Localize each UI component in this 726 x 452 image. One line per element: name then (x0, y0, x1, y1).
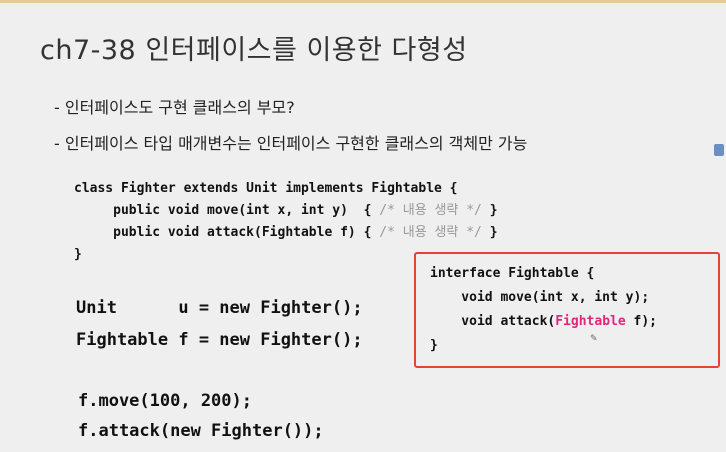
interface-code-line: interface Fightable { (430, 266, 595, 281)
interface-code-block: interface Fightable { void move(int x, i… (430, 262, 657, 358)
declaration-line: Fightable f = new Fighter(); (76, 330, 363, 350)
code-text: public void attack(Fightable f) { (74, 225, 380, 240)
top-accent-line (0, 0, 726, 3)
call-code-block: f.move(100, 200); f.attack(new Fighter())… (78, 386, 324, 446)
code-text: void attack( (430, 314, 556, 329)
interface-code-line: void attack(Fightable f); (430, 310, 657, 334)
slide-title: ch7-38 인터페이스를 이용한 다형성 (40, 35, 468, 66)
class-code-line: public void move(int x, int y) { /* 내용 생… (74, 200, 498, 222)
class-code-line: class Fighter extends Unit implements Fi… (74, 181, 458, 196)
code-comment: /* 내용 생략 */ (379, 203, 482, 218)
code-text: } (481, 225, 498, 240)
pen-cursor-icon: ✎ (590, 334, 598, 344)
bullet-2: - 인터페이스 타입 매개변수는 인터페이스 구현한 클래스의 객체만 가능 (54, 134, 528, 153)
call-line: f.attack(new Fighter()); (78, 421, 324, 441)
declaration-code-block: Unit u = new Fighter(); Fightable f = new… (76, 292, 363, 356)
interface-code-line: void move(int x, int y); (430, 290, 650, 305)
code-text: public void move(int x, int y) { (74, 203, 380, 218)
call-line: f.move(100, 200); (78, 391, 252, 411)
code-text: f); (625, 314, 658, 329)
declaration-line: Unit u = new Fighter(); (76, 298, 363, 318)
code-text: } (481, 203, 498, 218)
interface-code-line: } (430, 338, 438, 353)
highlighted-type: Fightable (555, 314, 626, 329)
bullet-1: - 인터페이스도 구현 클래스의 부모? (54, 98, 295, 117)
code-comment: /* 내용 생략 */ (379, 225, 482, 240)
class-code-line: public void attack(Fightable f) { /* 내용 … (74, 222, 498, 244)
side-edit-icon[interactable] (714, 144, 724, 156)
